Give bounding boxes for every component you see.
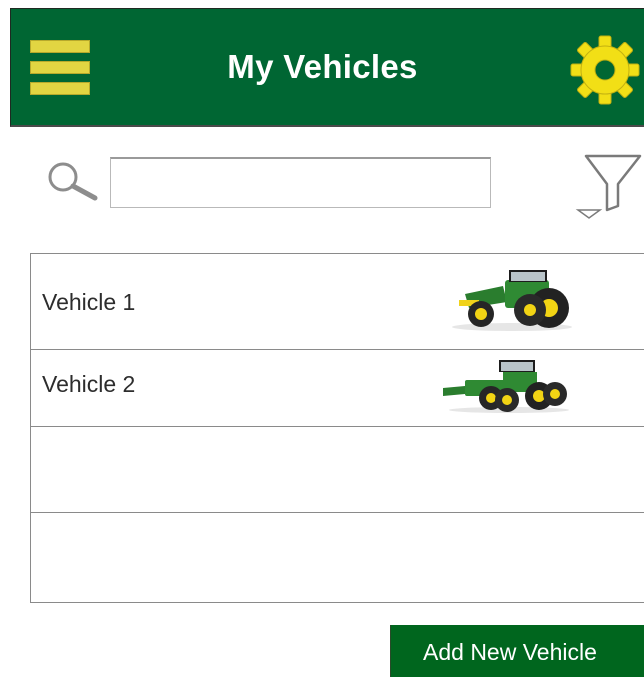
vehicle-row-empty[interactable]: [31, 513, 644, 603]
vehicle-name: Vehicle 2: [42, 371, 136, 397]
search-icon[interactable]: [42, 158, 102, 202]
vehicle-list: Vehicle 1 Vehicle 2: [30, 253, 644, 603]
vehicle-row-empty[interactable]: [31, 427, 644, 513]
tractor-image: [452, 270, 572, 331]
gear-icon: [570, 35, 640, 105]
vehicle-row[interactable]: Vehicle 2: [31, 350, 644, 427]
vehicle-row[interactable]: Vehicle 1: [31, 254, 644, 350]
header-bar: My Vehicles: [10, 8, 644, 127]
page-title: My Vehicles: [227, 48, 418, 85]
settings-button[interactable]: [565, 32, 644, 108]
vehicle-name: Vehicle 1: [42, 289, 136, 315]
search-input[interactable]: [110, 157, 491, 208]
tractor-image: [443, 360, 569, 413]
add-new-vehicle-button[interactable]: Add New Vehicle: [390, 625, 644, 677]
filter-icon[interactable]: [574, 150, 644, 222]
app-window: My Vehicles Vehicle 1 Vehicle 2 Add New …: [0, 0, 644, 677]
